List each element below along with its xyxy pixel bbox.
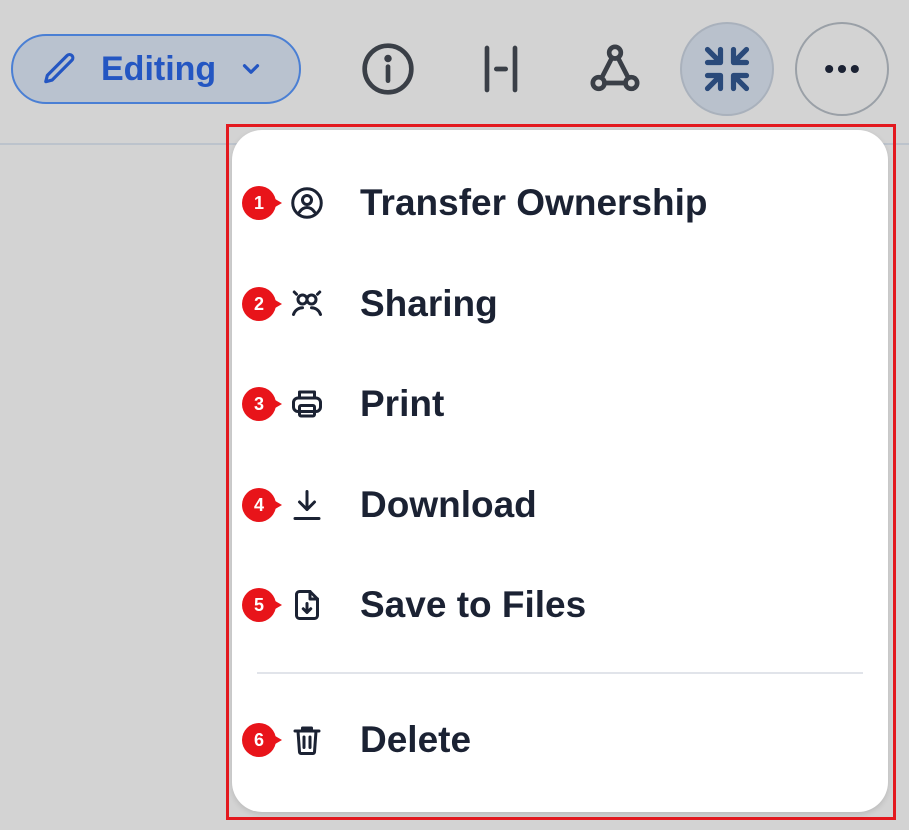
user-circle-icon (291, 187, 323, 219)
menu-item-download[interactable]: 4 Download (232, 465, 888, 545)
menu-item-sharing[interactable]: 2 Sharing (232, 264, 888, 344)
step-badge: 6 (242, 723, 282, 757)
menu-item-label: Print (360, 383, 445, 424)
chevron-down-icon (243, 64, 260, 74)
step-badge: 2 (242, 287, 282, 321)
menu-item-label: Save to Files (360, 584, 587, 625)
share-network-icon (590, 44, 640, 92)
step-badge: 5 (242, 588, 282, 622)
collapse-icon (704, 46, 750, 92)
printer-icon (292, 390, 322, 418)
more-options-menu: 1 Transfer Ownership 2 Sharing 3 Print 4… (232, 130, 888, 812)
info-button[interactable] (353, 34, 423, 104)
step-badge: 3 (242, 387, 282, 421)
menu-item-label: Transfer Ownership (360, 182, 708, 223)
info-icon (362, 43, 414, 95)
collapse-button[interactable] (680, 22, 774, 116)
menu-item-save-to-files[interactable]: 5 Save to Files (232, 565, 888, 645)
share-network-button[interactable] (580, 34, 650, 104)
menu-item-print[interactable]: 3 Print (232, 364, 888, 444)
ellipsis-icon (825, 64, 859, 74)
pencil-icon (44, 53, 75, 84)
menu-divider (257, 672, 863, 674)
users-icon (292, 290, 322, 316)
file-download-icon (295, 590, 319, 620)
menu-item-label: Sharing (360, 283, 498, 324)
editing-mode-button[interactable]: Editing (11, 34, 301, 104)
split-view-button[interactable] (466, 34, 536, 104)
trash-icon (293, 726, 321, 755)
menu-item-label: Download (360, 484, 537, 525)
column-split-icon (484, 45, 518, 93)
more-options-button[interactable] (795, 22, 889, 116)
step-badge: 1 (242, 186, 282, 220)
editing-label: Editing (101, 49, 217, 88)
menu-item-delete[interactable]: 6 Delete (232, 700, 888, 780)
step-badge: 4 (242, 488, 282, 522)
menu-item-label: Delete (360, 719, 472, 760)
menu-item-transfer-ownership[interactable]: 1 Transfer Ownership (232, 163, 888, 243)
download-icon (293, 490, 321, 520)
